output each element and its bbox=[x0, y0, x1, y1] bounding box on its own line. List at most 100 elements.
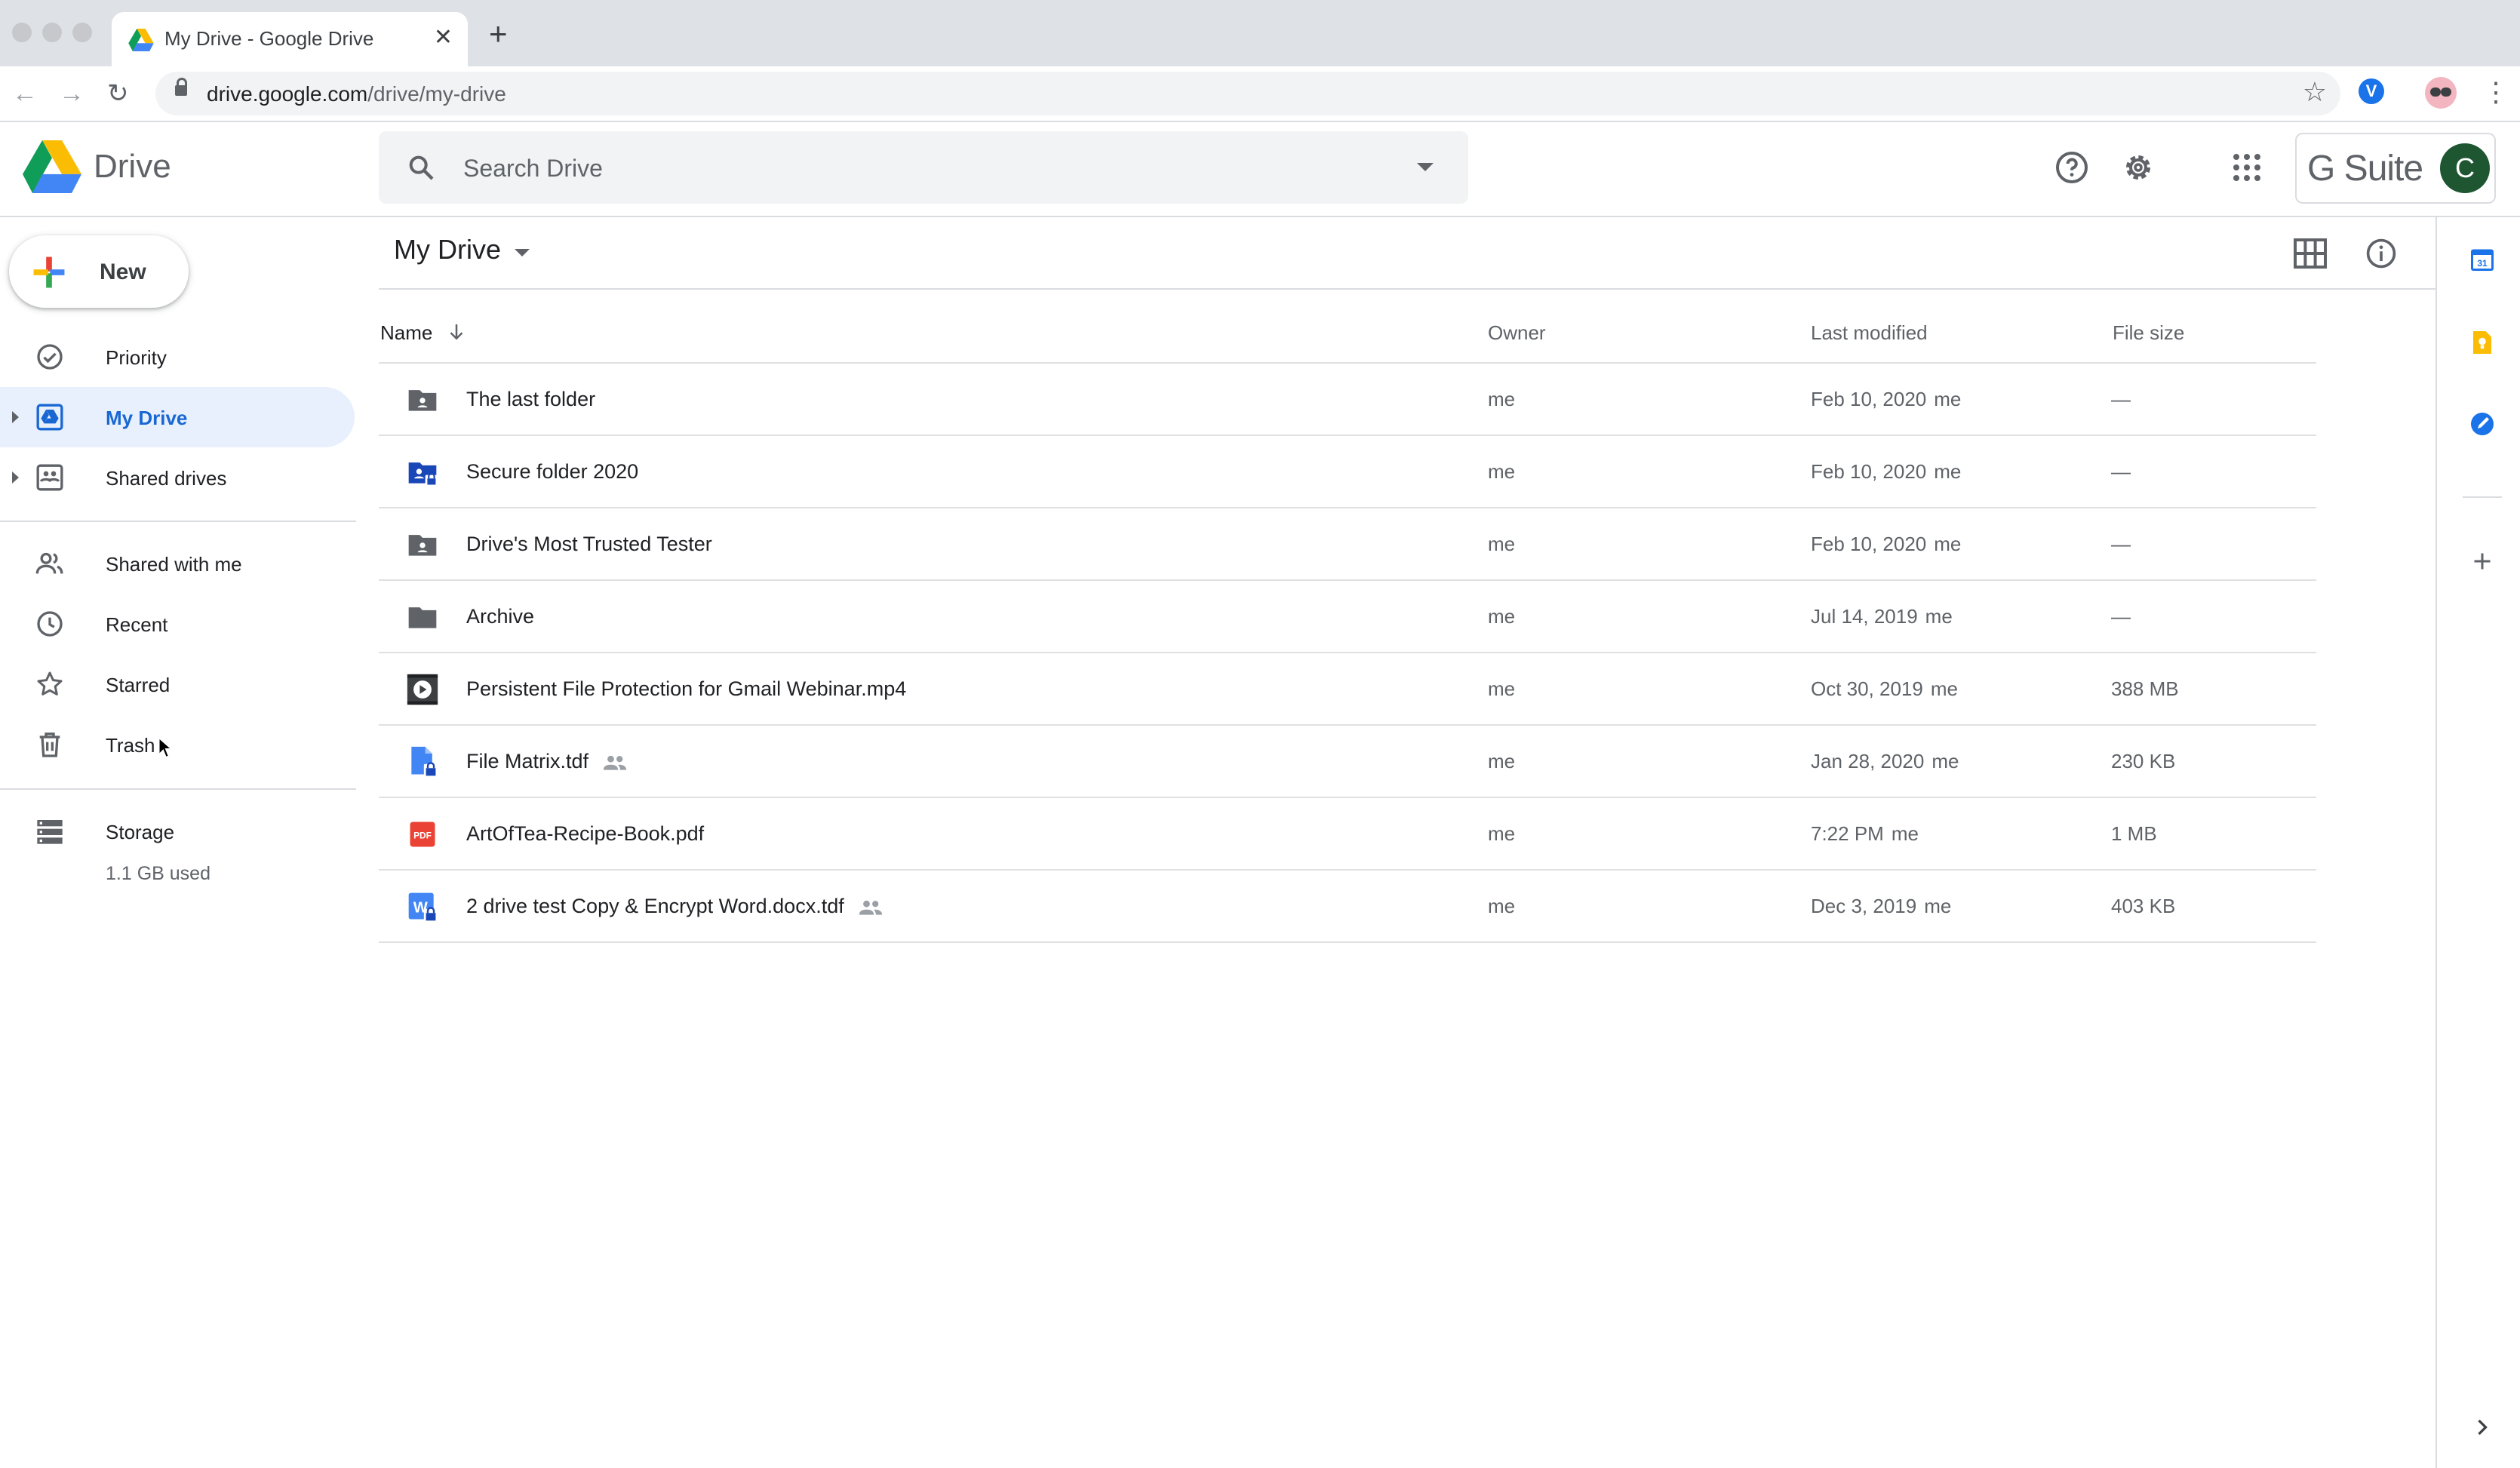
tab-close-icon[interactable]: ✕ bbox=[434, 23, 453, 53]
table-row[interactable]: Archive me Jul 14, 2019 me — bbox=[379, 581, 2316, 653]
sidebar-item-label: My Drive bbox=[106, 407, 188, 429]
file-owner: me bbox=[1488, 460, 1516, 483]
table-row[interactable]: Persistent File Protection for Gmail Web… bbox=[379, 653, 2316, 726]
file-name[interactable]: Persistent File Protection for Gmail Web… bbox=[466, 677, 906, 701]
sidebar-item-trash[interactable]: Trash bbox=[0, 714, 355, 775]
expand-arrow-icon[interactable] bbox=[12, 411, 19, 423]
table-row[interactable]: PDF ArtOfTea-Recipe-Book.pdf me 7:22 PM m… bbox=[379, 798, 2316, 871]
page-title[interactable]: My Drive bbox=[394, 234, 501, 266]
file-size: — bbox=[2111, 533, 2131, 555]
table-row[interactable]: Drive's Most Trusted Tester me Feb 10, 2… bbox=[379, 508, 2316, 581]
modified-by: me bbox=[1924, 895, 1952, 917]
file-owner: me bbox=[1488, 822, 1516, 845]
gsuite-label: G Suite bbox=[2307, 149, 2423, 189]
file-size: 230 KB bbox=[2111, 750, 2176, 772]
new-button[interactable]: New bbox=[9, 235, 189, 308]
chevron-down-icon[interactable] bbox=[515, 249, 530, 256]
clock-icon bbox=[37, 611, 63, 637]
new-button-label: New bbox=[100, 260, 146, 284]
sidebar-item-priority[interactable]: Priority bbox=[0, 327, 355, 387]
browser-menu-icon[interactable]: ⋮ bbox=[2482, 75, 2509, 109]
file-size: 1 MB bbox=[2111, 822, 2157, 845]
back-icon[interactable]: ← bbox=[12, 77, 38, 110]
window-minimize-dot[interactable] bbox=[42, 23, 62, 42]
storage-icon bbox=[37, 820, 63, 844]
trash-icon bbox=[39, 732, 60, 757]
add-addon-icon[interactable] bbox=[2469, 548, 2496, 575]
forward-icon[interactable]: → bbox=[59, 77, 85, 110]
browser-tab[interactable]: My Drive - Google Drive ✕ bbox=[112, 12, 468, 66]
file-name[interactable]: File Matrix.tdf bbox=[466, 750, 628, 773]
file-name[interactable]: Archive bbox=[466, 605, 534, 628]
apps-grid-icon[interactable] bbox=[2229, 149, 2265, 186]
sidebar-item-shared-with-me[interactable]: Shared with me bbox=[0, 533, 355, 594]
file-name[interactable]: 2 drive test Copy & Encrypt Word.docx.td… bbox=[466, 895, 884, 918]
mouse-cursor-icon bbox=[158, 736, 174, 759]
column-header-last-modified[interactable]: Last modified bbox=[1811, 321, 1928, 345]
app-name[interactable]: Drive bbox=[94, 148, 171, 186]
modified-by: me bbox=[1934, 388, 1962, 410]
modified-date: Feb 10, 2020 bbox=[1811, 533, 1927, 555]
file-name[interactable]: The last folder bbox=[466, 388, 595, 411]
column-header-file-size[interactable]: File size bbox=[2113, 321, 2184, 345]
window-close-dot[interactable] bbox=[12, 23, 32, 42]
avatar[interactable]: C bbox=[2440, 143, 2490, 193]
table-row[interactable]: W 2 drive test Copy & Encrypt Word.docx.… bbox=[379, 871, 2316, 943]
bookmark-star-icon[interactable]: ☆ bbox=[2303, 76, 2327, 108]
sidebar-item-starred[interactable]: Starred bbox=[0, 654, 355, 714]
shared-folder-icon bbox=[408, 535, 437, 556]
extension-icon[interactable]: V bbox=[2359, 78, 2384, 104]
calendar-icon[interactable]: 31 bbox=[2469, 246, 2496, 273]
file-owner: me bbox=[1488, 388, 1516, 410]
file-name[interactable]: ArtOfTea-Recipe-Book.pdf bbox=[466, 822, 704, 846]
secure-word-icon: W bbox=[408, 892, 438, 923]
secure-file-icon bbox=[411, 746, 438, 778]
file-modified: Jul 14, 2019 me bbox=[1811, 605, 1953, 628]
folder-icon bbox=[408, 607, 437, 628]
grid-view-icon[interactable] bbox=[2294, 238, 2327, 269]
shared-people-icon bbox=[603, 755, 627, 770]
column-header-name[interactable]: Name bbox=[380, 321, 432, 345]
sidebar-item-shared-drives[interactable]: Shared drives bbox=[0, 447, 355, 508]
search-icon[interactable] bbox=[406, 152, 436, 183]
modified-date: Feb 10, 2020 bbox=[1811, 460, 1927, 483]
sidebar-item-recent[interactable]: Recent bbox=[0, 594, 355, 654]
column-header-owner[interactable]: Owner bbox=[1488, 321, 1546, 345]
sort-down-arrow-icon[interactable] bbox=[445, 320, 468, 344]
help-icon[interactable] bbox=[2054, 149, 2090, 186]
window-zoom-dot[interactable] bbox=[72, 23, 92, 42]
chevron-right-icon[interactable] bbox=[2469, 1414, 2496, 1441]
drive-favicon-icon bbox=[128, 29, 154, 51]
table-divider bbox=[379, 941, 2316, 943]
reload-icon[interactable]: ↻ bbox=[107, 77, 129, 110]
lock-icon bbox=[175, 78, 187, 96]
new-tab-icon[interactable]: + bbox=[489, 17, 508, 51]
info-icon[interactable] bbox=[2365, 237, 2398, 270]
tasks-icon[interactable] bbox=[2469, 410, 2496, 438]
sidebar-item-label: Priority bbox=[106, 346, 167, 369]
table-row[interactable]: File Matrix.tdf me Jan 28, 2020 me 230 KB bbox=[379, 726, 2316, 798]
file-name-text[interactable]: File Matrix.tdf bbox=[466, 750, 589, 772]
address-bar[interactable]: drive.google.com/drive/my-drive ☆ bbox=[155, 72, 2340, 115]
file-name[interactable]: Drive's Most Trusted Tester bbox=[466, 533, 712, 556]
sidebar-item-my-drive[interactable]: My Drive bbox=[0, 387, 355, 447]
search-bar[interactable] bbox=[379, 131, 1468, 204]
modified-by: me bbox=[1930, 677, 1959, 700]
profile-avatar-icon[interactable] bbox=[2425, 77, 2457, 109]
settings-gear-icon[interactable] bbox=[2120, 149, 2156, 186]
storage-label: Storage bbox=[106, 821, 175, 843]
drive-logo-icon[interactable] bbox=[23, 140, 81, 193]
file-owner: me bbox=[1488, 895, 1516, 917]
sidebar-item-storage[interactable]: Storage bbox=[0, 801, 355, 861]
file-name[interactable]: Secure folder 2020 bbox=[466, 460, 638, 484]
table-row[interactable]: The last folder me Feb 10, 2020 me — bbox=[379, 364, 2316, 436]
sidebar-item-label: Trash bbox=[106, 734, 155, 757]
search-input[interactable] bbox=[462, 149, 1370, 187]
table-row[interactable]: Secure folder 2020 me Feb 10, 2020 me — bbox=[379, 436, 2316, 508]
expand-arrow-icon[interactable] bbox=[12, 471, 19, 484]
file-modified: Feb 10, 2020 me bbox=[1811, 460, 1961, 484]
search-options-icon[interactable] bbox=[1417, 163, 1434, 171]
keep-icon[interactable] bbox=[2469, 329, 2496, 356]
file-name-text[interactable]: 2 drive test Copy & Encrypt Word.docx.td… bbox=[466, 895, 844, 917]
gsuite-account-button[interactable]: G Suite C bbox=[2295, 133, 2496, 204]
